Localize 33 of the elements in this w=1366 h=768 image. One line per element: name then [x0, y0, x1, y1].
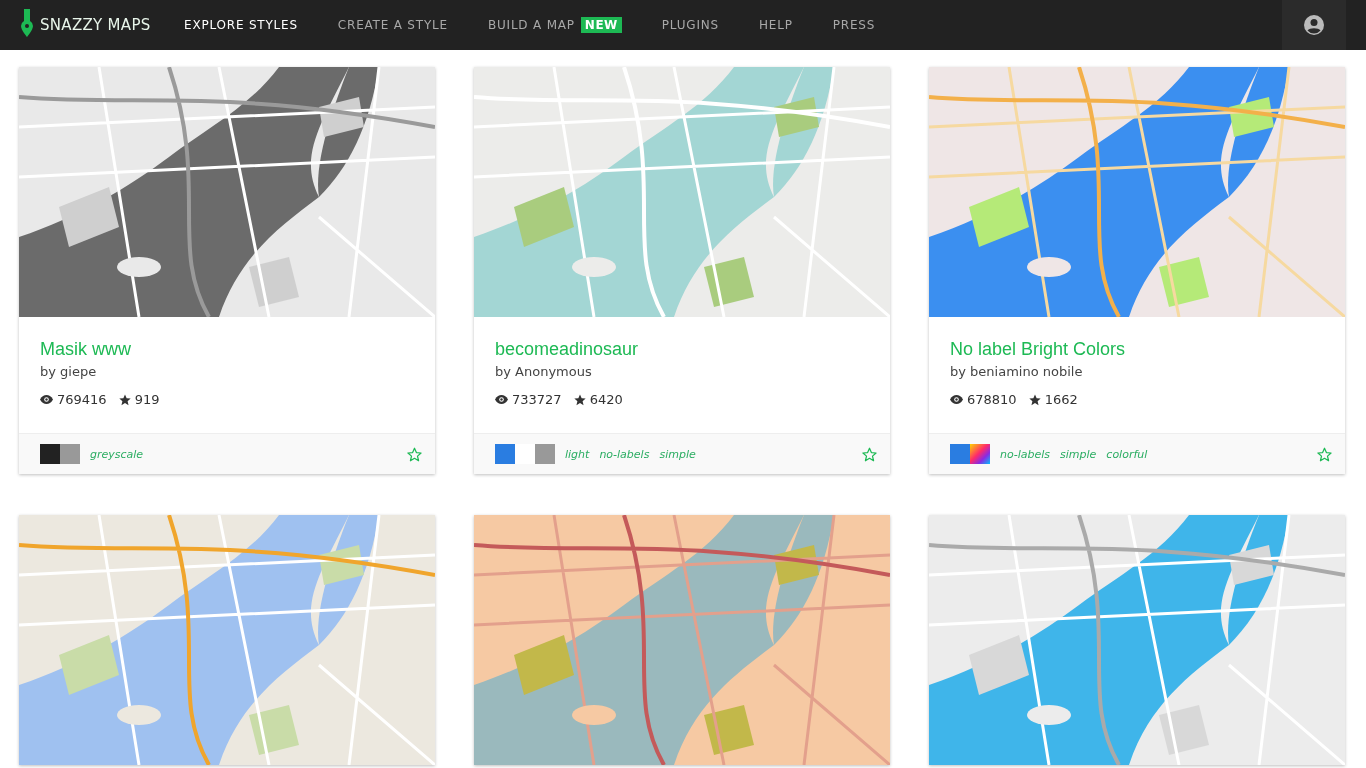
nav-link[interactable]: EXPLORE STYLES — [184, 18, 298, 32]
author-name: by Anonymous — [495, 364, 593, 379]
favorite-count: 1662 — [1044, 392, 1078, 407]
map-pin-icon — [21, 9, 33, 37]
eye-icon — [950, 395, 963, 404]
favorite-star-icon[interactable] — [407, 446, 422, 462]
nav-link[interactable]: HELP — [758, 18, 793, 32]
author-name: by giepe — [40, 364, 98, 379]
user-icon — [1304, 15, 1324, 35]
eye-icon — [40, 395, 53, 404]
favorite-star-icon[interactable] — [862, 446, 877, 462]
eye-icon — [495, 395, 508, 404]
style-card[interactable]: No label Bright Colors by beniamino nobile 678810 1662 no-labels simple colorful — [929, 67, 1345, 474]
favorite-count: 919 — [134, 392, 160, 407]
favorite-star-icon[interactable] — [1317, 446, 1332, 462]
view-count: 769416 — [57, 392, 107, 407]
brand-name[interactable]: SNAZZY MAPS — [40, 16, 151, 34]
star-icon — [118, 393, 131, 406]
favorite-count: 6420 — [589, 392, 623, 407]
author-name: by beniamino nobile — [950, 364, 1084, 379]
nav-link[interactable]: CREATE A STYLE — [337, 18, 448, 32]
view-count: 733727 — [512, 392, 562, 407]
star-icon — [573, 393, 586, 406]
new-badge: NEW — [580, 17, 622, 33]
style-card[interactable]: becomeadinosaur by Anonymous 733727 6420 light no-labels simple — [474, 67, 890, 474]
style-card[interactable]: Masik www by giepe 769416 919 greyscale — [19, 67, 435, 474]
nav-link[interactable]: PRESS — [832, 18, 876, 32]
nav-label[interactable]: BUILD A MAP — [487, 18, 575, 32]
star-icon — [1028, 393, 1041, 406]
view-count: 678810 — [967, 392, 1017, 407]
color-swatch — [970, 444, 990, 464]
nav-link[interactable]: PLUGINS — [661, 18, 719, 32]
account-button[interactable] — [1282, 0, 1346, 50]
